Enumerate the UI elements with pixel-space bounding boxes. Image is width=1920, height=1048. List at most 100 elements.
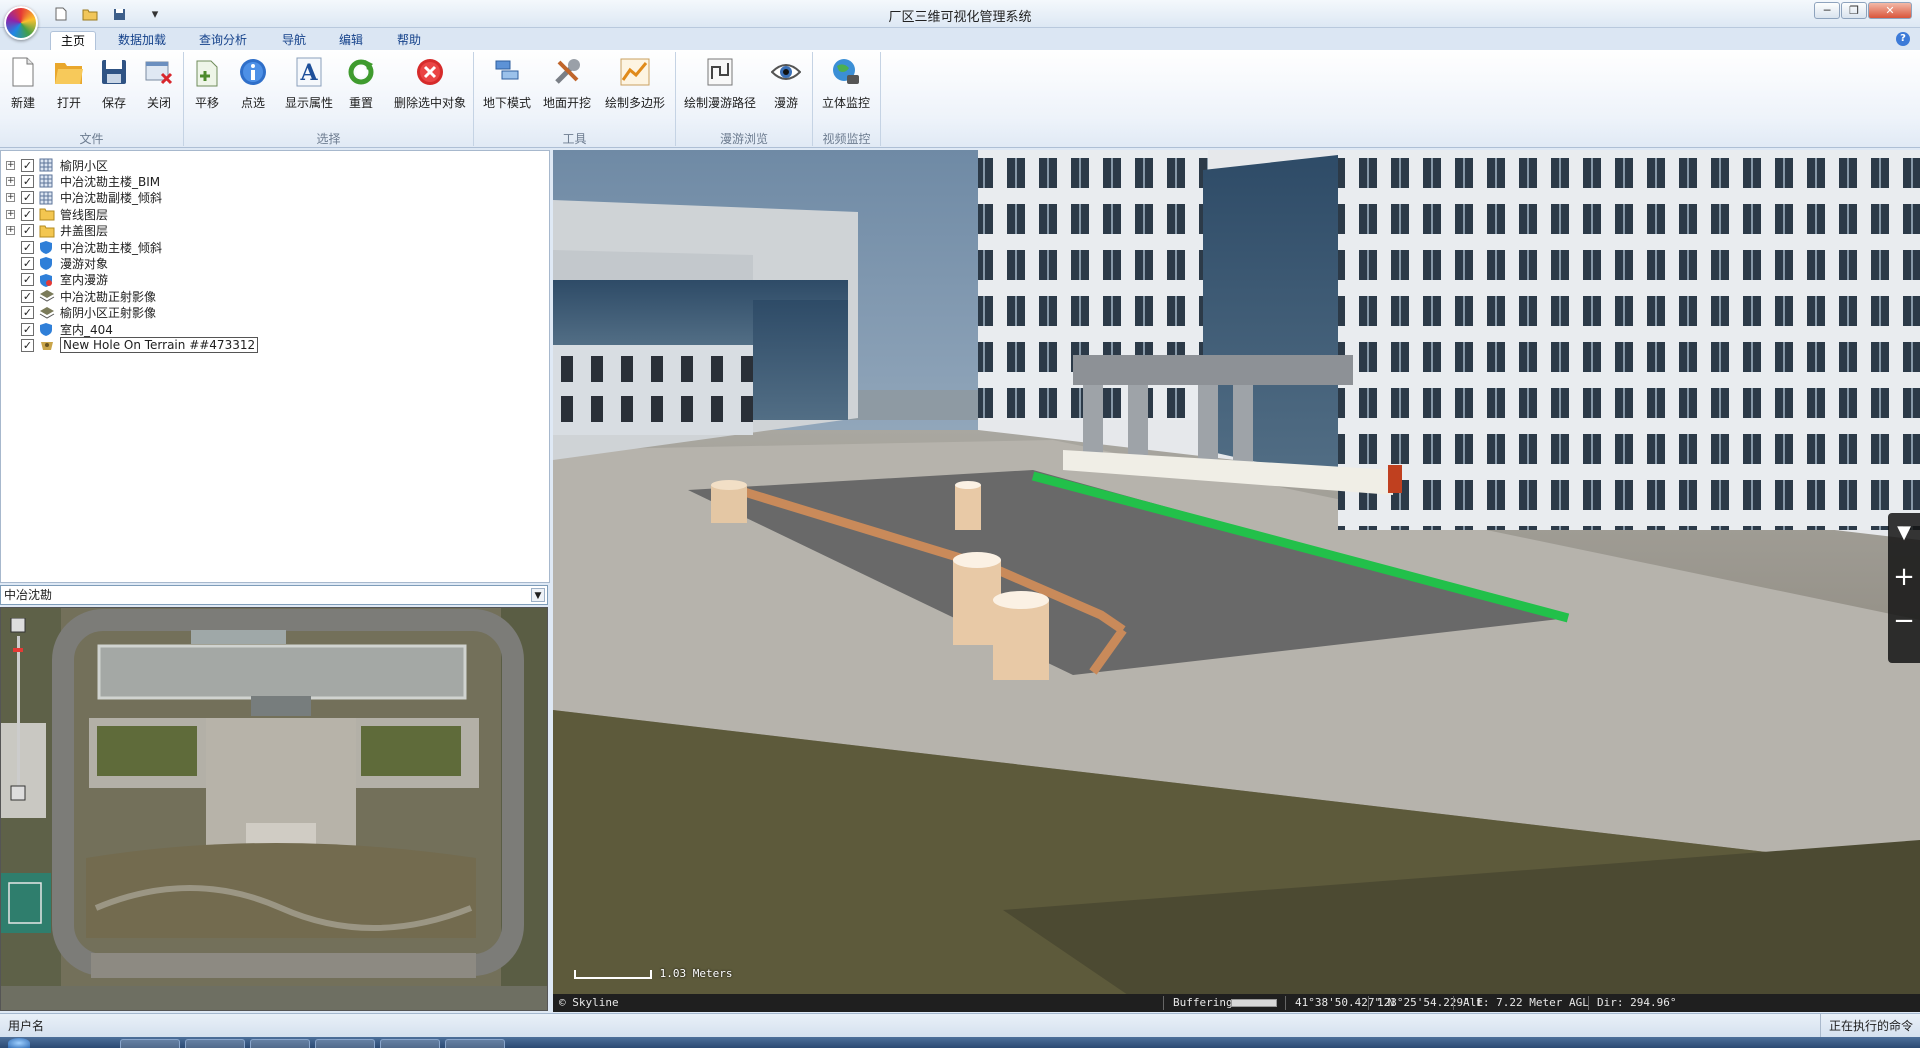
ribbon-group-label-tour: 漫游浏览 [719, 132, 768, 146]
underground-mode-button[interactable]: 地下模式 [482, 56, 532, 120]
ribbon-group-file: 新建 打开 保存 关闭 文件 [0, 52, 184, 146]
ribbon-group-tour: 绘制漫游路径 漫游 漫游浏览 [676, 52, 813, 146]
current-command-label: 正在执行的命令 [1820, 1014, 1913, 1038]
ribbon-group-label-select: 选择 [316, 132, 341, 146]
taskbar-item[interactable] [380, 1039, 440, 1048]
open-folder-icon [53, 56, 85, 88]
viewer-status-bar: © Skyline Buffering 41°38'50.427" N 123°… [553, 994, 1920, 1012]
show-attributes-button[interactable]: A 显示属性 [282, 56, 336, 120]
zoom-out-button[interactable]: − [1892, 608, 1916, 634]
layer-visibility-checkbox[interactable]: ✓ [21, 256, 34, 270]
chevron-down-icon[interactable]: ▼ [531, 588, 545, 602]
area-select-dropdown[interactable]: 中冶沈勘 ▼ [0, 585, 548, 605]
tab-data-load[interactable]: 数据加载 [108, 31, 176, 50]
taskbar-item[interactable] [250, 1039, 310, 1048]
manhole-cylinder [711, 480, 747, 523]
tab-navigation[interactable]: 导航 [272, 31, 316, 50]
ribbon-group-video: 立体监控 视频监控 [813, 52, 881, 146]
ribbon-group-label-video: 视频监控 [822, 132, 871, 146]
eye-icon [770, 56, 802, 88]
tour-button[interactable]: 漫游 [768, 56, 804, 120]
save-button[interactable]: 保存 [97, 56, 131, 120]
delete-selected-button[interactable]: 删除选中对象 [390, 56, 470, 120]
layer-visibility-checkbox[interactable]: ✓ [21, 207, 34, 221]
expand-toggle-icon[interactable]: + [6, 176, 15, 186]
taskbar-item[interactable] [445, 1039, 505, 1048]
buffering-progress-bar [1231, 999, 1277, 1007]
restore-button[interactable]: ❐ [1841, 2, 1867, 19]
zoom-in-button[interactable]: + [1892, 564, 1916, 590]
start-orb-icon[interactable] [8, 1038, 30, 1048]
point-select-button[interactable]: 点选 [236, 56, 270, 120]
application-menu-orb-icon[interactable] [4, 6, 38, 40]
scale-bar-label: 1.03 Meters [659, 967, 733, 980]
tab-help[interactable]: 帮助 [387, 31, 431, 50]
status-bar: 用户名 正在执行的命令 [0, 1013, 1920, 1038]
tab-edit[interactable]: 编辑 [329, 31, 373, 50]
layer-visibility-checkbox[interactable]: ✓ [21, 158, 34, 172]
minimize-button[interactable]: ─ [1814, 2, 1840, 19]
draw-polygon-button[interactable]: 绘制多边形 [602, 56, 668, 120]
layer-tree-label: New Hole On Terrain ##473312 [60, 337, 259, 354]
overview-minimap[interactable] [0, 607, 548, 1011]
layer-visibility-checkbox[interactable]: ✓ [21, 306, 34, 320]
expand-toggle-icon[interactable]: + [6, 209, 15, 219]
open-button[interactable]: 打开 [52, 56, 86, 120]
reset-button[interactable]: 重置 [344, 56, 378, 120]
info-icon [237, 56, 269, 88]
taskbar-item[interactable] [120, 1039, 180, 1048]
ribbon-group-tools: 地下模式 地面开挖 绘制多边形 工具 [474, 52, 676, 146]
tools-wrench-icon [551, 56, 583, 88]
buffering-label: Buffering [1173, 996, 1233, 1009]
layer-visibility-checkbox[interactable]: ✓ [21, 240, 34, 254]
layer-visibility-checkbox[interactable]: ✓ [21, 322, 34, 336]
window-title: 厂区三维可视化管理系统 [888, 10, 1032, 25]
expand-toggle-icon[interactable]: + [6, 226, 15, 236]
expand-toggle-icon[interactable]: + [6, 193, 15, 203]
svg-text:A: A [299, 60, 318, 86]
model-shield-icon [39, 256, 55, 271]
new-button[interactable]: 新建 [6, 56, 40, 120]
layer-visibility-checkbox[interactable]: ✓ [21, 338, 34, 352]
tab-query-analysis[interactable]: 查询分析 [189, 31, 257, 50]
title-bar: ▾ 厂区三维可视化管理系统 ─ ❐ ✕ [0, 0, 1920, 40]
terrain-excavate-button[interactable]: 地面开挖 [542, 56, 592, 120]
taskbar-item[interactable] [185, 1039, 245, 1048]
tab-home[interactable]: 主页 [50, 31, 97, 50]
delete-x-icon [414, 56, 446, 88]
layer-tree-item[interactable]: ✓ New Hole On Terrain ##473312 [1, 335, 259, 355]
stereo-monitor-button[interactable]: 立体监控 [819, 56, 873, 120]
layer-visibility-checkbox[interactable]: ✓ [21, 289, 34, 303]
imagery-stack-icon [39, 306, 55, 320]
polygon-chart-icon [619, 56, 651, 88]
expand-toggle-icon[interactable]: + [6, 160, 15, 170]
layer-visibility-checkbox[interactable]: ✓ [21, 191, 34, 205]
scale-bar: 1.03 Meters [573, 967, 732, 980]
layer-grid-icon [39, 174, 55, 188]
close-window-button[interactable]: ✕ [1868, 2, 1912, 19]
pan-button[interactable]: 平移 [190, 56, 224, 120]
3d-viewport[interactable]: ▼ + − 1.03 Meters © Skyline Buffering 41… [553, 150, 1920, 1012]
north-arrow-icon[interactable]: ▼ [1892, 521, 1916, 545]
layer-visibility-checkbox[interactable]: ✓ [21, 224, 34, 238]
layer-visibility-checkbox[interactable]: ✓ [21, 174, 34, 188]
taskbar-item[interactable] [315, 1039, 375, 1048]
draw-tour-route-button[interactable]: 绘制漫游路径 [680, 56, 760, 120]
ribbon-group-label-tools: 工具 [562, 132, 587, 146]
minimap-zoom-slider[interactable] [9, 617, 29, 803]
model-shield-icon [39, 240, 55, 254]
os-taskbar [0, 1037, 1920, 1048]
underground-layers-icon [491, 56, 523, 88]
scale-bar-line [574, 970, 652, 979]
close-button[interactable]: 关闭 [142, 56, 176, 120]
imagery-stack-icon [39, 289, 55, 303]
minimap-aerial-image [1, 608, 547, 1010]
layer-tree-panel: + ✓ 榆阴小区 + ✓ 中冶沈勘主楼_BIM + ✓ 中冶沈勘副楼_倾斜 + ✓ 管线图层 + ✓ 井盖图… [0, 150, 550, 583]
ribbon-tab-bar: 主页 数据加载 查询分析 导航 编辑 帮助 ? [0, 28, 1920, 50]
altitude-readout: Alt: 7.22 Meter AGL [1463, 996, 1589, 1009]
close-document-icon [143, 56, 175, 88]
layer-visibility-checkbox[interactable]: ✓ [21, 273, 34, 287]
layer-grid-icon [39, 191, 55, 205]
tour-path-icon [39, 273, 55, 287]
help-icon[interactable]: ? [1896, 32, 1910, 46]
